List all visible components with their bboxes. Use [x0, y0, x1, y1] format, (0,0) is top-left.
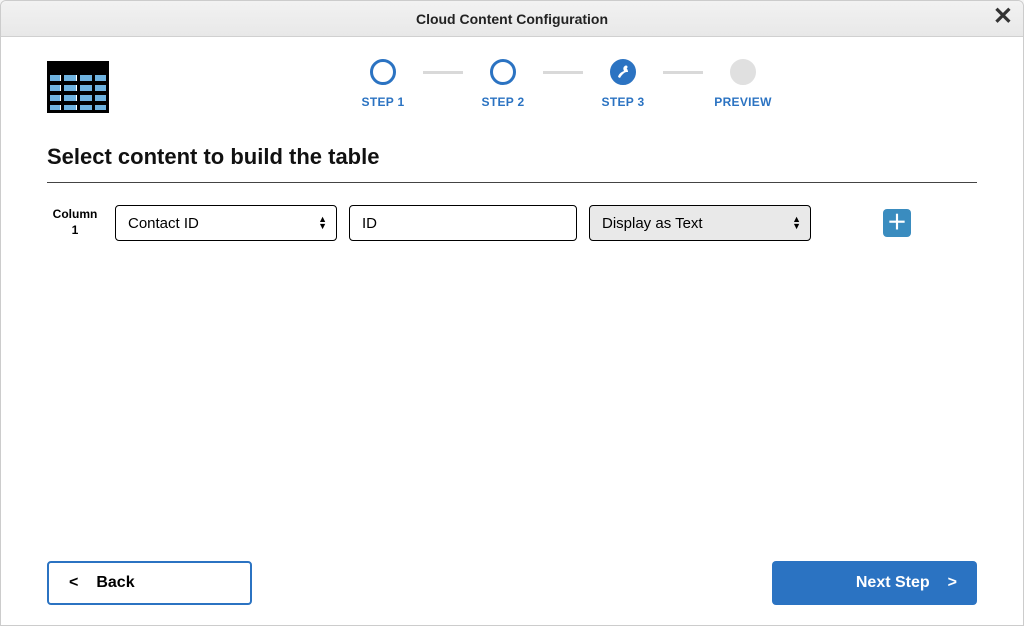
step-label: STEP 3 — [602, 95, 645, 109]
section-divider — [47, 182, 977, 183]
chevron-left-icon: < — [69, 574, 78, 592]
section-title: Select content to build the table — [47, 144, 977, 170]
back-button-label: Back — [96, 574, 134, 592]
step-connector — [423, 71, 463, 74]
column-label-text: Column — [53, 207, 98, 221]
step-circle-icon — [370, 59, 396, 85]
table-icon — [47, 61, 109, 118]
source-field-value: Contact ID — [128, 215, 199, 232]
step-circle-icon — [610, 59, 636, 85]
next-button-label: Next Step — [856, 574, 930, 592]
chevron-right-icon: > — [948, 574, 957, 592]
close-icon[interactable]: ✕ — [993, 5, 1013, 29]
plus-icon: ＋ — [887, 213, 907, 233]
step-connector — [663, 71, 703, 74]
step-label: STEP 2 — [482, 95, 525, 109]
back-button[interactable]: < Back — [47, 561, 252, 605]
column-row: Column 1 Contact ID ▲▼ ID Display as Tex… — [47, 205, 977, 241]
step-3[interactable]: STEP 3 — [583, 59, 663, 109]
display-name-input[interactable]: ID — [349, 205, 577, 241]
titlebar: Cloud Content Configuration ✕ — [1, 1, 1023, 37]
step-label: PREVIEW — [714, 95, 771, 109]
stepper: STEP 1 STEP 2 STEP 3 — [149, 59, 977, 109]
add-column-button[interactable]: ＋ — [883, 209, 911, 237]
display-name-value: ID — [362, 215, 377, 232]
column-label: Column 1 — [47, 207, 103, 238]
footer: < Back Next Step > — [1, 561, 1023, 625]
column-label-number: 1 — [72, 223, 79, 237]
format-value: Display as Text — [602, 215, 703, 232]
header-row: STEP 1 STEP 2 STEP 3 — [47, 57, 977, 118]
modal-window: Cloud Content Configuration ✕ — [0, 0, 1024, 626]
step-circle-icon — [730, 59, 756, 85]
window-title: Cloud Content Configuration — [416, 11, 608, 27]
next-step-button[interactable]: Next Step > — [772, 561, 977, 605]
step-preview[interactable]: PREVIEW — [703, 59, 783, 109]
step-2[interactable]: STEP 2 — [463, 59, 543, 109]
step-connector — [543, 71, 583, 74]
source-field-select[interactable]: Contact ID ▲▼ — [115, 205, 337, 241]
step-1[interactable]: STEP 1 — [343, 59, 423, 109]
format-select[interactable]: Display as Text ▲▼ — [589, 205, 811, 241]
step-label: STEP 1 — [362, 95, 405, 109]
content-area: STEP 1 STEP 2 STEP 3 — [1, 37, 1023, 561]
step-circle-icon — [490, 59, 516, 85]
